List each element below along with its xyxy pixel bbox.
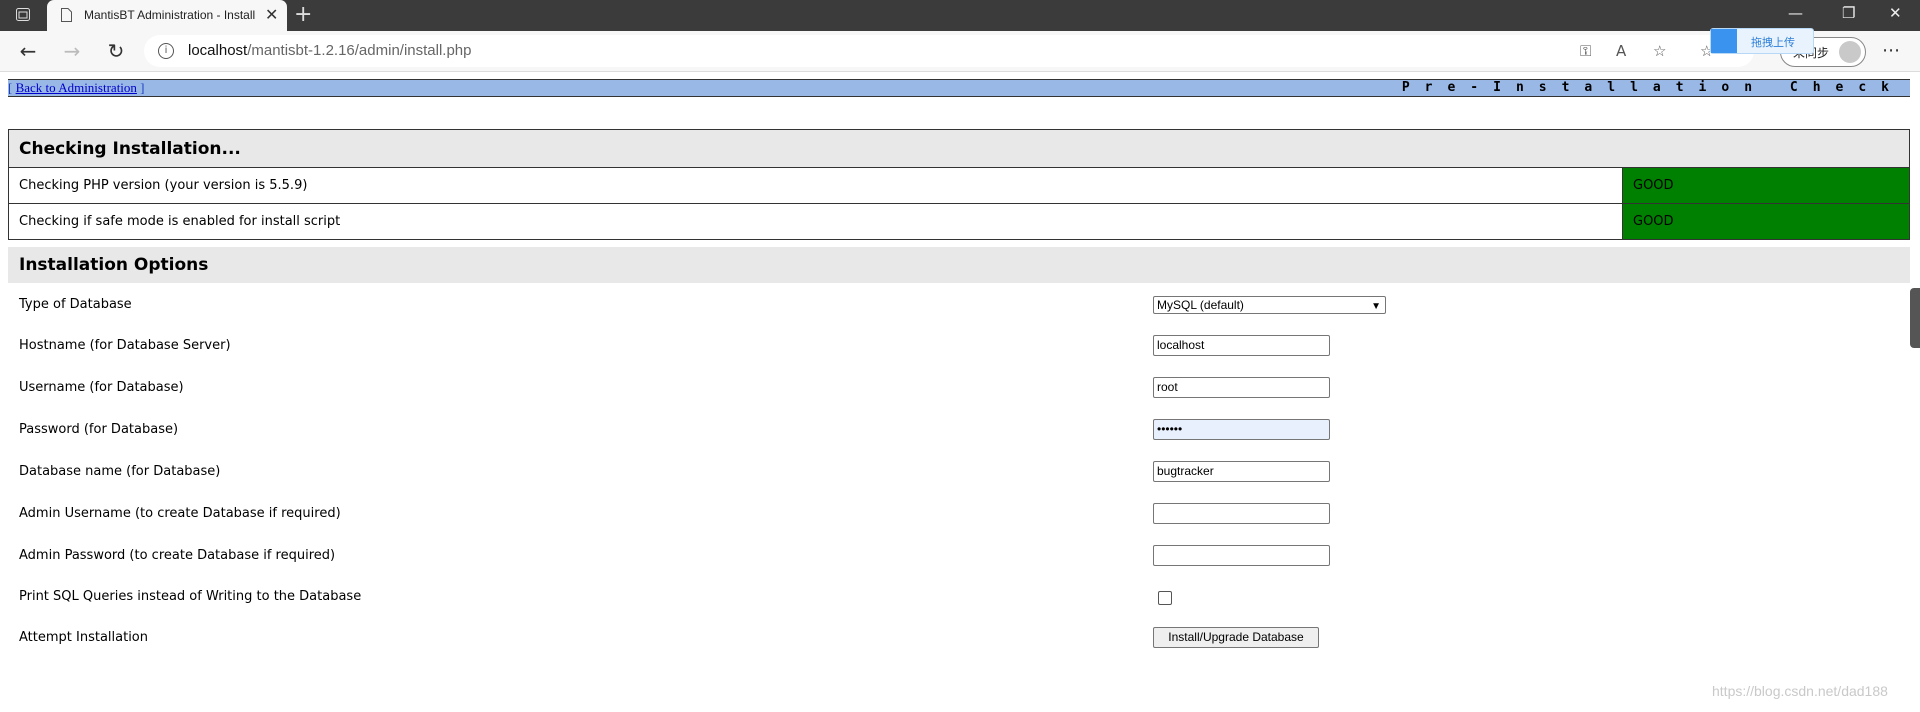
side-panel-handle[interactable] <box>1910 288 1920 348</box>
print-sql-row: Print SQL Queries instead of Writing to … <box>19 587 1019 607</box>
back-arrow-icon[interactable]: ← <box>16 39 40 63</box>
db-type-value: MySQL (default) <box>1157 298 1244 312</box>
admin-password-input[interactable] <box>1153 545 1330 566</box>
page-icon <box>61 8 72 22</box>
install-upgrade-button[interactable]: Install/Upgrade Database <box>1153 627 1319 648</box>
dbname-row: Database name (for Database) <box>19 462 1019 482</box>
attempt-label: Attempt Installation <box>19 630 149 645</box>
refresh-icon[interactable]: ↻ <box>104 39 128 63</box>
db-type-row: Type of Database <box>19 295 1019 315</box>
installation-check-table: Checking Installation... Checking PHP ve… <box>8 129 1910 240</box>
cloud-icon <box>1711 29 1737 53</box>
url-text[interactable]: localhost/mantisbt-1.2.16/admin/install.… <box>188 42 472 59</box>
hostname-label: Hostname (for Database Server) <box>19 338 231 353</box>
username-row: Username (for Database) <box>19 378 1019 398</box>
browser-tab[interactable]: MantisBT Administration - Install ✕ <box>47 0 287 31</box>
more-menu-icon[interactable]: ⋯ <box>1882 39 1900 63</box>
status-badge: GOOD <box>1622 167 1910 204</box>
section-title: Installation Options <box>19 255 209 275</box>
site-info-icon[interactable]: i <box>158 43 174 59</box>
restore-icon[interactable]: ❐ <box>1842 4 1855 22</box>
password-input[interactable]: •••••• <box>1153 419 1330 440</box>
installation-options-header: Installation Options <box>8 247 1910 283</box>
avatar <box>1839 41 1861 63</box>
print-sql-checkbox[interactable] <box>1158 591 1172 605</box>
admin-password-row: Admin Password (to create Database if re… <box>19 546 1019 566</box>
hostname-row: Hostname (for Database Server) <box>19 336 1019 356</box>
read-aloud-icon[interactable]: A <box>1616 42 1626 60</box>
forward-arrow-icon[interactable]: → <box>60 39 84 63</box>
tab-actions-icon[interactable] <box>16 8 30 21</box>
check-label: Checking if safe mode is enabled for ins… <box>8 203 1623 240</box>
back-to-administration-link[interactable]: Back to Administration <box>16 80 137 95</box>
new-tab-icon[interactable]: + <box>294 4 312 26</box>
upload-widget[interactable]: 拖拽上传 <box>1710 28 1814 54</box>
browser-tab-strip: MantisBT Administration - Install ✕ + — … <box>0 0 1920 31</box>
upload-label: 拖拽上传 <box>1751 36 1795 49</box>
admin-password-label: Admin Password (to create Database if re… <box>19 548 336 563</box>
table-row: Checking PHP version (your version is 5.… <box>8 167 1910 204</box>
close-tab-icon[interactable]: ✕ <box>265 6 278 24</box>
admin-username-input[interactable] <box>1153 503 1330 524</box>
status-badge: GOOD <box>1622 203 1910 240</box>
table-row: Checking if safe mode is enabled for ins… <box>8 203 1910 240</box>
username-label: Username (for Database) <box>19 380 184 395</box>
hostname-input[interactable]: localhost <box>1153 335 1330 356</box>
print-sql-label: Print SQL Queries instead of Writing to … <box>19 589 362 604</box>
password-row: Password (for Database) <box>19 420 1019 440</box>
favorite-add-icon[interactable]: ☆ <box>1653 42 1666 60</box>
db-type-select[interactable]: MySQL (default) ▼ <box>1153 296 1386 314</box>
window-close-icon[interactable]: ✕ <box>1889 4 1902 22</box>
tab-title: MantisBT Administration - Install <box>84 8 256 22</box>
chevron-down-icon: ▼ <box>1371 301 1381 312</box>
admin-username-label: Admin Username (to create Database if re… <box>19 506 341 521</box>
check-header: Checking Installation... <box>8 129 1910 168</box>
minimize-icon[interactable]: — <box>1788 4 1803 22</box>
db-type-label: Type of Database <box>19 297 132 312</box>
page-title: Pre-Installation Check <box>1401 80 1904 95</box>
attempt-row: Attempt Installation <box>19 628 1019 648</box>
admin-username-row: Admin Username (to create Database if re… <box>19 504 1019 524</box>
watermark: https://blog.csdn.net/dad188 <box>1712 683 1888 699</box>
address-bar[interactable]: i localhost/mantisbt-1.2.16/admin/instal… <box>144 35 1754 67</box>
password-label: Password (for Database) <box>19 422 179 437</box>
back-link-wrapper: [ Back to Administration ] <box>8 80 145 95</box>
admin-menu-bar: [ Back to Administration ] Pre-Installat… <box>8 79 1910 97</box>
key-icon[interactable]: ⚿ <box>1580 42 1591 60</box>
username-input[interactable]: root <box>1153 377 1330 398</box>
check-label: Checking PHP version (your version is 5.… <box>8 167 1623 204</box>
dbname-label: Database name (for Database) <box>19 464 221 479</box>
dbname-input[interactable]: bugtracker <box>1153 461 1330 482</box>
browser-toolbar: ← → ↻ i localhost/mantisbt-1.2.16/admin/… <box>0 31 1920 72</box>
